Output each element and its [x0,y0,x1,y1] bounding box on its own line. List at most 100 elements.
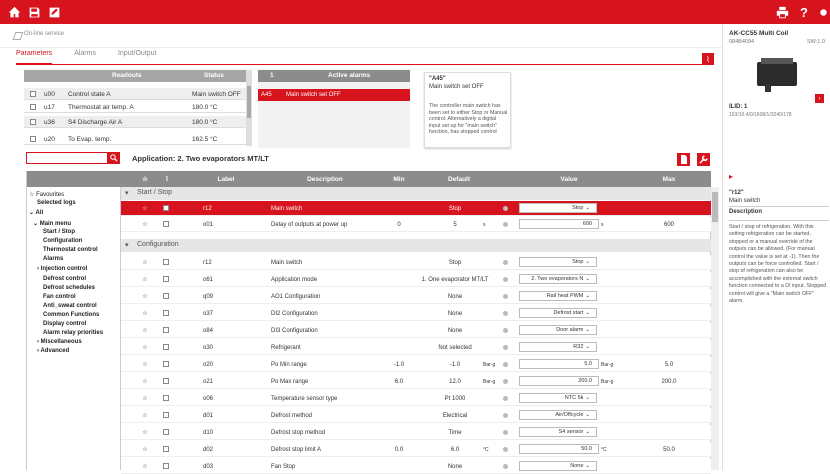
edit-icon[interactable] [44,2,64,22]
value-dropdown[interactable]: Air/Offcycle ⌄ [519,410,597,420]
log-checkbox[interactable] [163,259,169,265]
tree-display-control[interactable]: Display control [43,321,86,327]
parameter-row[interactable]: ☆ o21 Po Max range 6.0 12.0 Bar-g 200.0 Bar-g 20… [121,374,711,389]
tree-selected-logs[interactable]: Selected logs [37,200,76,206]
parameter-row[interactable]: ☆ q09 AO1 Configuration None Rail heat PWM ⌄ [121,289,711,304]
value-dropdown[interactable]: Stop ⌄ [519,203,597,213]
favourite-star-icon[interactable]: ☆ [135,391,155,406]
favourite-star-icon[interactable]: ☆ [135,374,155,389]
tree-alarm-relay[interactable]: Alarm relay priorities [43,330,103,336]
checkbox[interactable] [30,119,36,125]
tab-alarms[interactable]: Alarms [74,50,96,64]
readout-row[interactable]: u20 To Evap. temp. 162.5 °C [24,133,246,145]
print-icon[interactable] [772,2,792,22]
readout-row[interactable]: u00 Control state A Main switch OFF [24,88,246,100]
tab-input-output[interactable]: Input/Output [118,50,157,64]
value-input[interactable]: 600 [519,219,599,229]
tree-favourites[interactable]: ☆ Favourites [29,191,64,198]
tree-fan-control[interactable]: Fan control [43,294,76,300]
log-checkbox[interactable] [163,412,169,418]
favourite-star-icon[interactable]: ☆ [135,425,155,440]
tree-defrost-schedules[interactable]: Defrost schedules [43,285,95,291]
value-dropdown[interactable]: 2. Two evaporators N ⌄ [519,274,597,284]
log-checkbox[interactable] [163,276,169,282]
favourite-star-icon[interactable]: ☆ [135,289,155,304]
favourite-star-icon[interactable]: ☆ [135,201,155,216]
collapse-icon[interactable]: ▾ [125,189,129,197]
home-icon[interactable] [4,2,24,22]
favourite-star-icon[interactable]: ☆ [135,340,155,355]
section-header[interactable]: ▾ Start / Stop [121,187,711,200]
favourite-star-icon[interactable]: ☆ [135,272,155,287]
favourite-star-icon[interactable]: ☆ [135,408,155,423]
log-checkbox[interactable] [163,446,169,452]
parameter-row[interactable]: ☆ o61 Application mode 1. One evaporator MT… [121,272,711,287]
log-checkbox[interactable] [163,327,169,333]
log-checkbox[interactable] [163,310,169,316]
wrench-icon[interactable] [697,153,710,166]
log-checkbox[interactable] [163,378,169,384]
parameter-row[interactable]: ☆ d10 Defrost stop method Time S4 sensor ⌄ [121,425,711,440]
favourite-star-icon[interactable]: ☆ [135,459,155,474]
parameter-row[interactable]: ☆ d02 Defrost stop limit A 0.0 6.0 °C 50.0 °C 50… [121,442,711,457]
parameter-row[interactable]: ☆ d01 Defrost method Electrical Air/Offcycle… [121,408,711,423]
col-min[interactable]: Min [379,171,419,187]
tree-defrost-control[interactable]: Defrost control [43,276,86,282]
tree-thermostat[interactable]: Thermostat control [43,247,98,253]
log-checkbox[interactable] [163,395,169,401]
value-dropdown[interactable]: Stop ⌄ [519,257,597,267]
tree-advanced[interactable]: › Advanced [37,348,69,354]
value-input[interactable]: 200.0 [519,376,599,386]
value-dropdown[interactable]: Door alarm ⌄ [519,325,597,335]
alarm-row[interactable]: A45 Main switch set OFF [258,89,410,101]
checkbox[interactable] [30,136,36,142]
parameter-row[interactable]: ☆ o37 DI2 Configuration None Defrost start ⌄ [121,306,711,321]
expand-arrow-icon[interactable]: ▸ [729,172,733,181]
parameter-row[interactable]: ☆ r12 Main switch Stop Stop ⌄ [121,255,711,270]
parameter-row[interactable]: ☆ o20 Po Min range -1.0 -1.0 Bar-g 5.0 Bar-g 5.0 [121,357,711,372]
value-input[interactable]: 5.0 [519,359,599,369]
log-checkbox[interactable] [163,344,169,350]
parameter-row[interactable]: ☆ o06 Temperature sensor type Pt 1000 NTC 5k… [121,391,711,406]
favourite-star-icon[interactable]: ☆ [135,217,155,232]
favourite-star-icon[interactable]: ☆ [135,306,155,321]
value-input[interactable]: 50.0 [519,444,599,454]
checkbox[interactable] [30,91,36,97]
value-dropdown[interactable]: NTC 5k ⌄ [519,393,597,403]
readout-row[interactable]: u17 Thermostat air temp. A 180.0 °C [24,101,246,113]
log-checkbox[interactable] [163,205,169,211]
tree-injection[interactable]: › Injection control [37,266,87,272]
parameter-row[interactable]: ☆ r12 Main switch Stop Stop ⌄ [121,201,711,216]
tree-common-functions[interactable]: Common Functions [43,312,99,318]
log-checkbox[interactable] [163,221,169,227]
log-checkbox[interactable] [163,361,169,367]
value-dropdown[interactable]: Rail heat PWM ⌄ [519,291,597,301]
parameter-row[interactable]: ☆ o01 Delay of outputs at power up 0 5 s 600 s 6… [121,217,711,232]
grid-scrollbar[interactable] [711,187,719,470]
favourite-star-icon[interactable]: ☆ [135,357,155,372]
readout-row[interactable]: u36 S4 Discharge Air A 180.0 °C [24,116,246,128]
document-icon[interactable] [677,153,690,166]
parameter-row[interactable]: ☆ o84 DI3 Configuration None Door alarm ⌄ [121,323,711,338]
tree-all[interactable]: ⌄ All [29,209,43,216]
log-checkbox[interactable] [163,293,169,299]
favourite-star-icon[interactable]: ☆ [135,323,155,338]
favourite-column-icon[interactable]: ☆ [135,171,155,187]
parameter-row[interactable]: ☆ o30 Refrigerant Not selected R32 ⌄ [121,340,711,355]
col-default[interactable]: Default [419,171,499,187]
col-max[interactable]: Max [639,171,699,187]
tree-start-stop[interactable]: Start / Stop [43,229,75,235]
collapse-icon[interactable]: ▾ [125,241,129,249]
search-input[interactable] [26,152,108,164]
parameter-row[interactable]: ☆ d03 Fan Stop None None ⌄ [121,459,711,474]
favourite-star-icon[interactable]: ☆ [135,255,155,270]
readouts-scroll-thumb[interactable] [247,86,251,118]
col-description[interactable]: Description [271,171,379,187]
settings-icon[interactable] [813,2,830,22]
tree-anti-sweat[interactable]: Anti_sweat control [43,303,97,309]
col-label[interactable]: Label [181,171,271,187]
tree-alarms[interactable]: Alarms [43,256,63,262]
device-badge-icon[interactable]: › [815,94,824,103]
value-dropdown[interactable]: R32 ⌄ [519,342,597,352]
grid-scroll-thumb[interactable] [712,192,718,222]
